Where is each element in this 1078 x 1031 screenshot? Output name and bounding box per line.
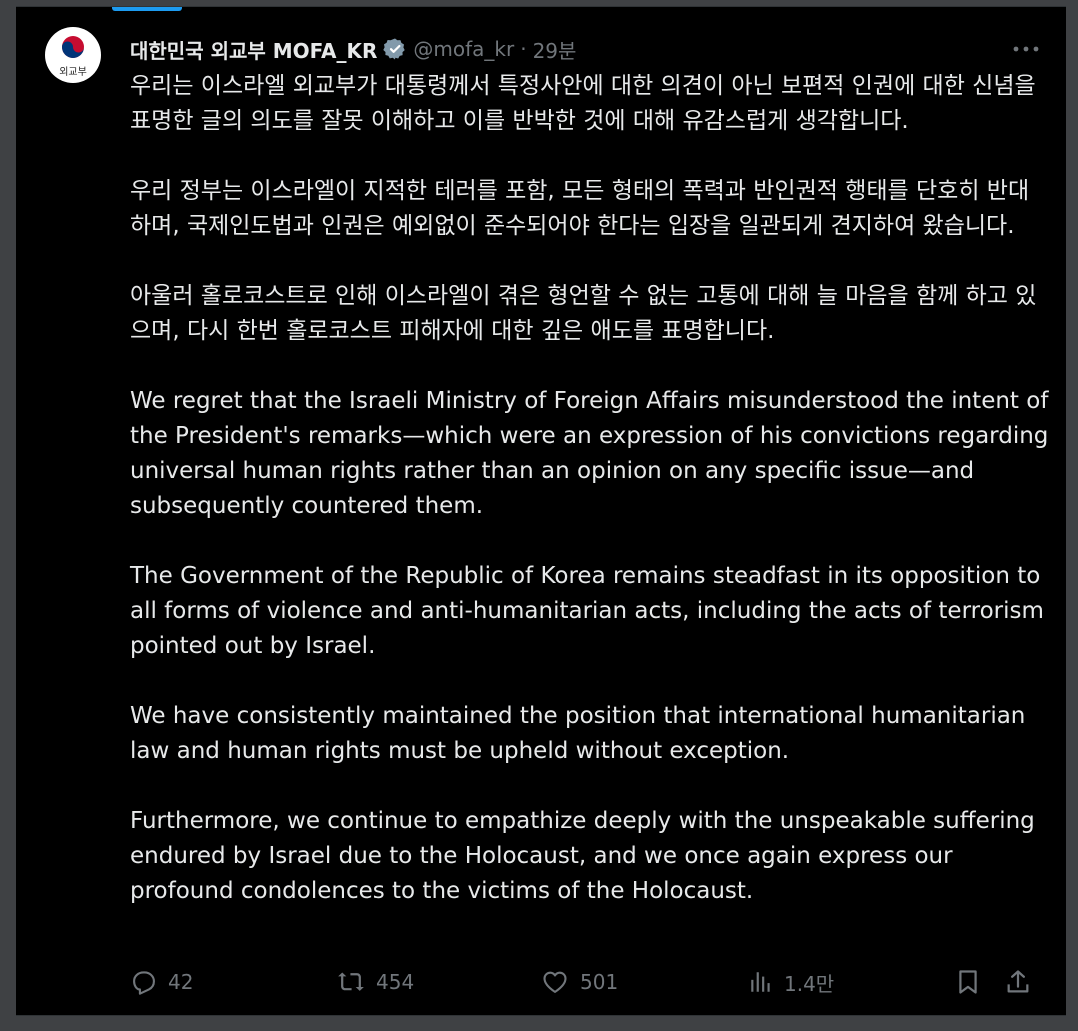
like-count: 501 bbox=[580, 970, 619, 994]
tweet-paragraph: We have consistently maintained the posi… bbox=[130, 703, 1026, 764]
bookmark-icon bbox=[959, 970, 977, 994]
repost-icon bbox=[338, 972, 364, 991]
views-icon bbox=[751, 972, 770, 992]
tweet-paragraph: 아울러 홀로코스트로 인해 이스라엘이 겪은 형언할 수 없는 고통에 대해 늘… bbox=[130, 283, 1037, 344]
bookmark-button[interactable] bbox=[954, 962, 982, 1002]
tweet-paragraph: The Government of the Republic of Korea … bbox=[130, 563, 1044, 659]
verified-badge-icon[interactable] bbox=[383, 37, 407, 61]
more-button[interactable] bbox=[1006, 37, 1046, 61]
handle[interactable]: @mofa_kr bbox=[413, 37, 514, 61]
reply-count: 42 bbox=[168, 970, 194, 994]
reply-icon bbox=[133, 971, 155, 995]
repost-count: 454 bbox=[376, 970, 415, 994]
share-icon bbox=[1007, 970, 1029, 993]
views-count: 1.4만 bbox=[784, 971, 835, 996]
tab-indicator bbox=[112, 7, 182, 11]
views-button[interactable]: 1.4만 bbox=[748, 962, 834, 1002]
tweet-paragraph: Furthermore, we continue to empathize de… bbox=[130, 808, 1035, 904]
more-icon bbox=[1013, 46, 1039, 52]
separator-dot: · bbox=[520, 37, 527, 61]
repost-button[interactable]: 454 bbox=[336, 962, 414, 1002]
tweet-paragraph: 우리는 이스라엘 외교부가 대통령께서 특정사안에 대한 의견이 아닌 보편적 … bbox=[130, 73, 1036, 134]
like-icon bbox=[543, 971, 567, 993]
like-button[interactable]: 501 bbox=[540, 962, 618, 1002]
display-name[interactable]: 대한민국 외교부 MOFA_KR bbox=[130, 35, 377, 64]
tweet-paragraph: We regret that the Israeli Ministry of F… bbox=[130, 388, 1049, 519]
tweet-card[interactable]: 외교부 대한민국 외교부 MOFA_KR @mofa_kr · 29분 우리는 … bbox=[16, 6, 1066, 1016]
avatar-label: 외교부 bbox=[59, 67, 87, 78]
avatar[interactable]: 외교부 bbox=[45, 27, 101, 83]
tweet-text: 우리는 이스라엘 외교부가 대통령께서 특정사안에 대한 의견이 아닌 보편적 … bbox=[130, 69, 1050, 944]
timestamp[interactable]: 29분 bbox=[533, 35, 577, 64]
share-button[interactable] bbox=[1004, 962, 1032, 1002]
tweet-header: 대한민국 외교부 MOFA_KR @mofa_kr · 29분 bbox=[130, 35, 576, 63]
reply-button[interactable]: 42 bbox=[130, 962, 193, 1002]
tweet-paragraph: 우리 정부는 이스라엘이 지적한 테러를 포함, 모든 형태의 폭력과 반인권적… bbox=[130, 178, 1030, 239]
action-bar: 42 454 501 1.4만 bbox=[130, 962, 1044, 1002]
